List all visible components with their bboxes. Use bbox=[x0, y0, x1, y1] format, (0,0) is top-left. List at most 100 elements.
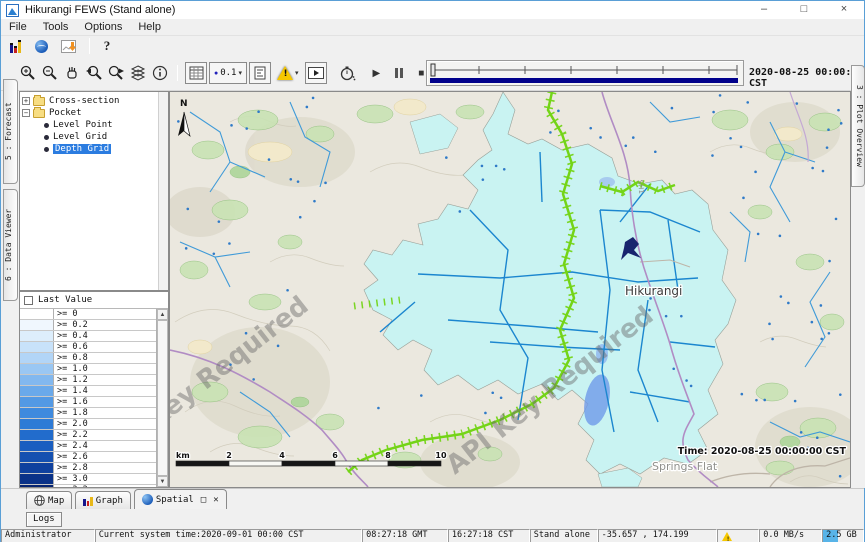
stop-button[interactable]: ■ bbox=[418, 68, 424, 79]
legend-row[interactable]: >= 2.2 bbox=[20, 430, 156, 441]
expand-plus-icon[interactable]: + bbox=[22, 97, 30, 105]
menu-tools[interactable]: Tools bbox=[35, 21, 77, 33]
legend-scrollbar[interactable]: ▲ ▼ bbox=[156, 309, 168, 487]
menu-file[interactable]: File bbox=[1, 21, 35, 33]
pan-hand-icon[interactable] bbox=[62, 63, 82, 83]
zoom-previous-icon[interactable] bbox=[84, 63, 104, 83]
svg-text:10: 10 bbox=[435, 451, 447, 460]
menu-help[interactable]: Help bbox=[130, 21, 169, 33]
legend-row[interactable]: >= 0.4 bbox=[20, 331, 156, 342]
globe-icon bbox=[142, 494, 153, 505]
undock-icon[interactable]: □ bbox=[201, 495, 206, 505]
legend-label: >= 1.4 bbox=[54, 386, 156, 396]
scroll-up-icon[interactable]: ▲ bbox=[157, 309, 168, 320]
map-view[interactable]: API Key Required API Key Required Hikura… bbox=[169, 91, 851, 488]
tree-item-level-grid[interactable]: Level Grid bbox=[20, 131, 168, 143]
legend-row[interactable]: >= 1.6 bbox=[20, 397, 156, 408]
svg-text:6: 6 bbox=[332, 451, 338, 460]
scroll-thumb[interactable] bbox=[157, 320, 168, 476]
logs-button[interactable]: Logs bbox=[26, 512, 62, 527]
status-warning-cell[interactable]: ! bbox=[717, 529, 759, 542]
legend-label: >= 0.4 bbox=[54, 331, 156, 341]
explorer-icon[interactable] bbox=[2, 36, 22, 56]
legend-swatch bbox=[20, 364, 54, 374]
tree-item-depth-grid[interactable]: Depth Grid bbox=[20, 143, 168, 155]
layer-tree-panel: + Cross-section − Pocket Level Point Lev… bbox=[19, 91, 169, 291]
scroll-down-icon[interactable]: ▼ bbox=[157, 476, 168, 487]
node-bullet-icon bbox=[44, 135, 49, 140]
tree-item-cross-section[interactable]: + Cross-section bbox=[20, 95, 168, 107]
zoom-out-icon[interactable] bbox=[40, 63, 60, 83]
legend-label: >= 0.2 bbox=[54, 320, 156, 330]
town-label: Hikurangi bbox=[625, 284, 682, 298]
legend-label: >= 3.2 bbox=[54, 485, 156, 487]
folder-icon bbox=[33, 97, 45, 106]
legend-swatch bbox=[20, 353, 54, 363]
locality-label: Springs Flat bbox=[652, 460, 718, 473]
tree-item-pocket[interactable]: − Pocket bbox=[20, 107, 168, 119]
node-bullet-icon bbox=[44, 147, 49, 152]
time-slider[interactable] bbox=[426, 60, 744, 86]
legend-row[interactable]: >= 3.0 bbox=[20, 474, 156, 485]
legend-swatch bbox=[20, 397, 54, 407]
legend-row[interactable]: >= 2.0 bbox=[20, 419, 156, 430]
layers-icon[interactable] bbox=[128, 63, 148, 83]
tab-spatial[interactable]: Spatial □ ✕ bbox=[134, 489, 227, 509]
legend-row[interactable]: >= 3.2 bbox=[20, 485, 156, 487]
wireframe-globe-icon bbox=[34, 495, 45, 506]
legend-row[interactable]: >= 2.6 bbox=[20, 452, 156, 463]
pause-button[interactable] bbox=[395, 68, 403, 78]
legend-label: >= 2.0 bbox=[54, 419, 156, 429]
legend-row[interactable]: >= 1.4 bbox=[20, 386, 156, 397]
warning-dropdown[interactable]: ! ▾ bbox=[277, 63, 299, 83]
legend-row[interactable]: >= 0.2 bbox=[20, 320, 156, 331]
legend-row[interactable]: >= 1.8 bbox=[20, 408, 156, 419]
legend-label: >= 2.4 bbox=[54, 441, 156, 451]
close-button[interactable]: × bbox=[824, 1, 864, 19]
animation-settings-icon[interactable] bbox=[338, 63, 358, 83]
tab-forecast[interactable]: 5 : Forecast bbox=[3, 79, 18, 184]
close-tab-icon[interactable]: ✕ bbox=[213, 495, 218, 505]
logs-bar: Logs bbox=[1, 509, 864, 529]
legend-row[interactable]: >= 1.0 bbox=[20, 364, 156, 375]
svg-text:N: N bbox=[180, 99, 188, 109]
legend-row[interactable]: >= 0 bbox=[20, 309, 156, 320]
maximize-button[interactable]: □ bbox=[784, 1, 824, 19]
legend-label: >= 1.2 bbox=[54, 375, 156, 385]
window-title: Hikurangi FEWS (Stand alone) bbox=[25, 4, 175, 16]
menu-options[interactable]: Options bbox=[76, 21, 130, 33]
timeseries-chart-icon[interactable] bbox=[58, 36, 78, 56]
legend-swatch bbox=[20, 309, 54, 319]
legend-row[interactable]: >= 2.8 bbox=[20, 463, 156, 474]
legend-label: >= 1.6 bbox=[54, 397, 156, 407]
contour-threshold-dropdown[interactable]: ● 0.1 ▾ bbox=[209, 62, 247, 84]
time-slider-handle[interactable] bbox=[431, 64, 435, 76]
tab-graph[interactable]: Graph bbox=[75, 491, 131, 509]
collapse-minus-icon[interactable]: − bbox=[22, 109, 30, 117]
legend-row[interactable]: >= 2.4 bbox=[20, 441, 156, 452]
play-button[interactable]: ▶ bbox=[373, 68, 381, 79]
zoom-in-icon[interactable] bbox=[18, 63, 38, 83]
tab-map[interactable]: Map bbox=[26, 491, 72, 509]
tree-scrollbar[interactable] bbox=[158, 92, 168, 290]
globe-icon[interactable] bbox=[31, 36, 51, 56]
animation-window-button[interactable] bbox=[305, 62, 327, 84]
grid-display-button[interactable] bbox=[185, 62, 207, 84]
legend-row[interactable]: >= 0.6 bbox=[20, 342, 156, 353]
legend-label: >= 0 bbox=[54, 309, 156, 319]
title-bar: Hikurangi FEWS (Stand alone) – □ × bbox=[1, 1, 864, 19]
legend-row[interactable]: >= 1.2 bbox=[20, 375, 156, 386]
tree-item-level-point[interactable]: Level Point bbox=[20, 119, 168, 131]
last-value-checkbox[interactable] bbox=[24, 296, 33, 305]
info-icon[interactable] bbox=[150, 63, 170, 83]
bar-chart-icon bbox=[83, 496, 93, 506]
warning-icon: ! bbox=[277, 66, 293, 80]
legend-row[interactable]: >= 0.8 bbox=[20, 353, 156, 364]
help-button[interactable]: ? bbox=[97, 36, 117, 56]
tab-data-viewer[interactable]: 6 : Data Viewer bbox=[3, 189, 18, 301]
zoom-next-icon[interactable] bbox=[106, 63, 126, 83]
scale-legend-button[interactable] bbox=[249, 62, 271, 84]
tab-plot-overview[interactable]: 3 : Plot Overview bbox=[851, 65, 865, 187]
status-gmt-time: 08:27:18 GMT bbox=[362, 529, 448, 542]
minimize-button[interactable]: – bbox=[744, 1, 784, 19]
